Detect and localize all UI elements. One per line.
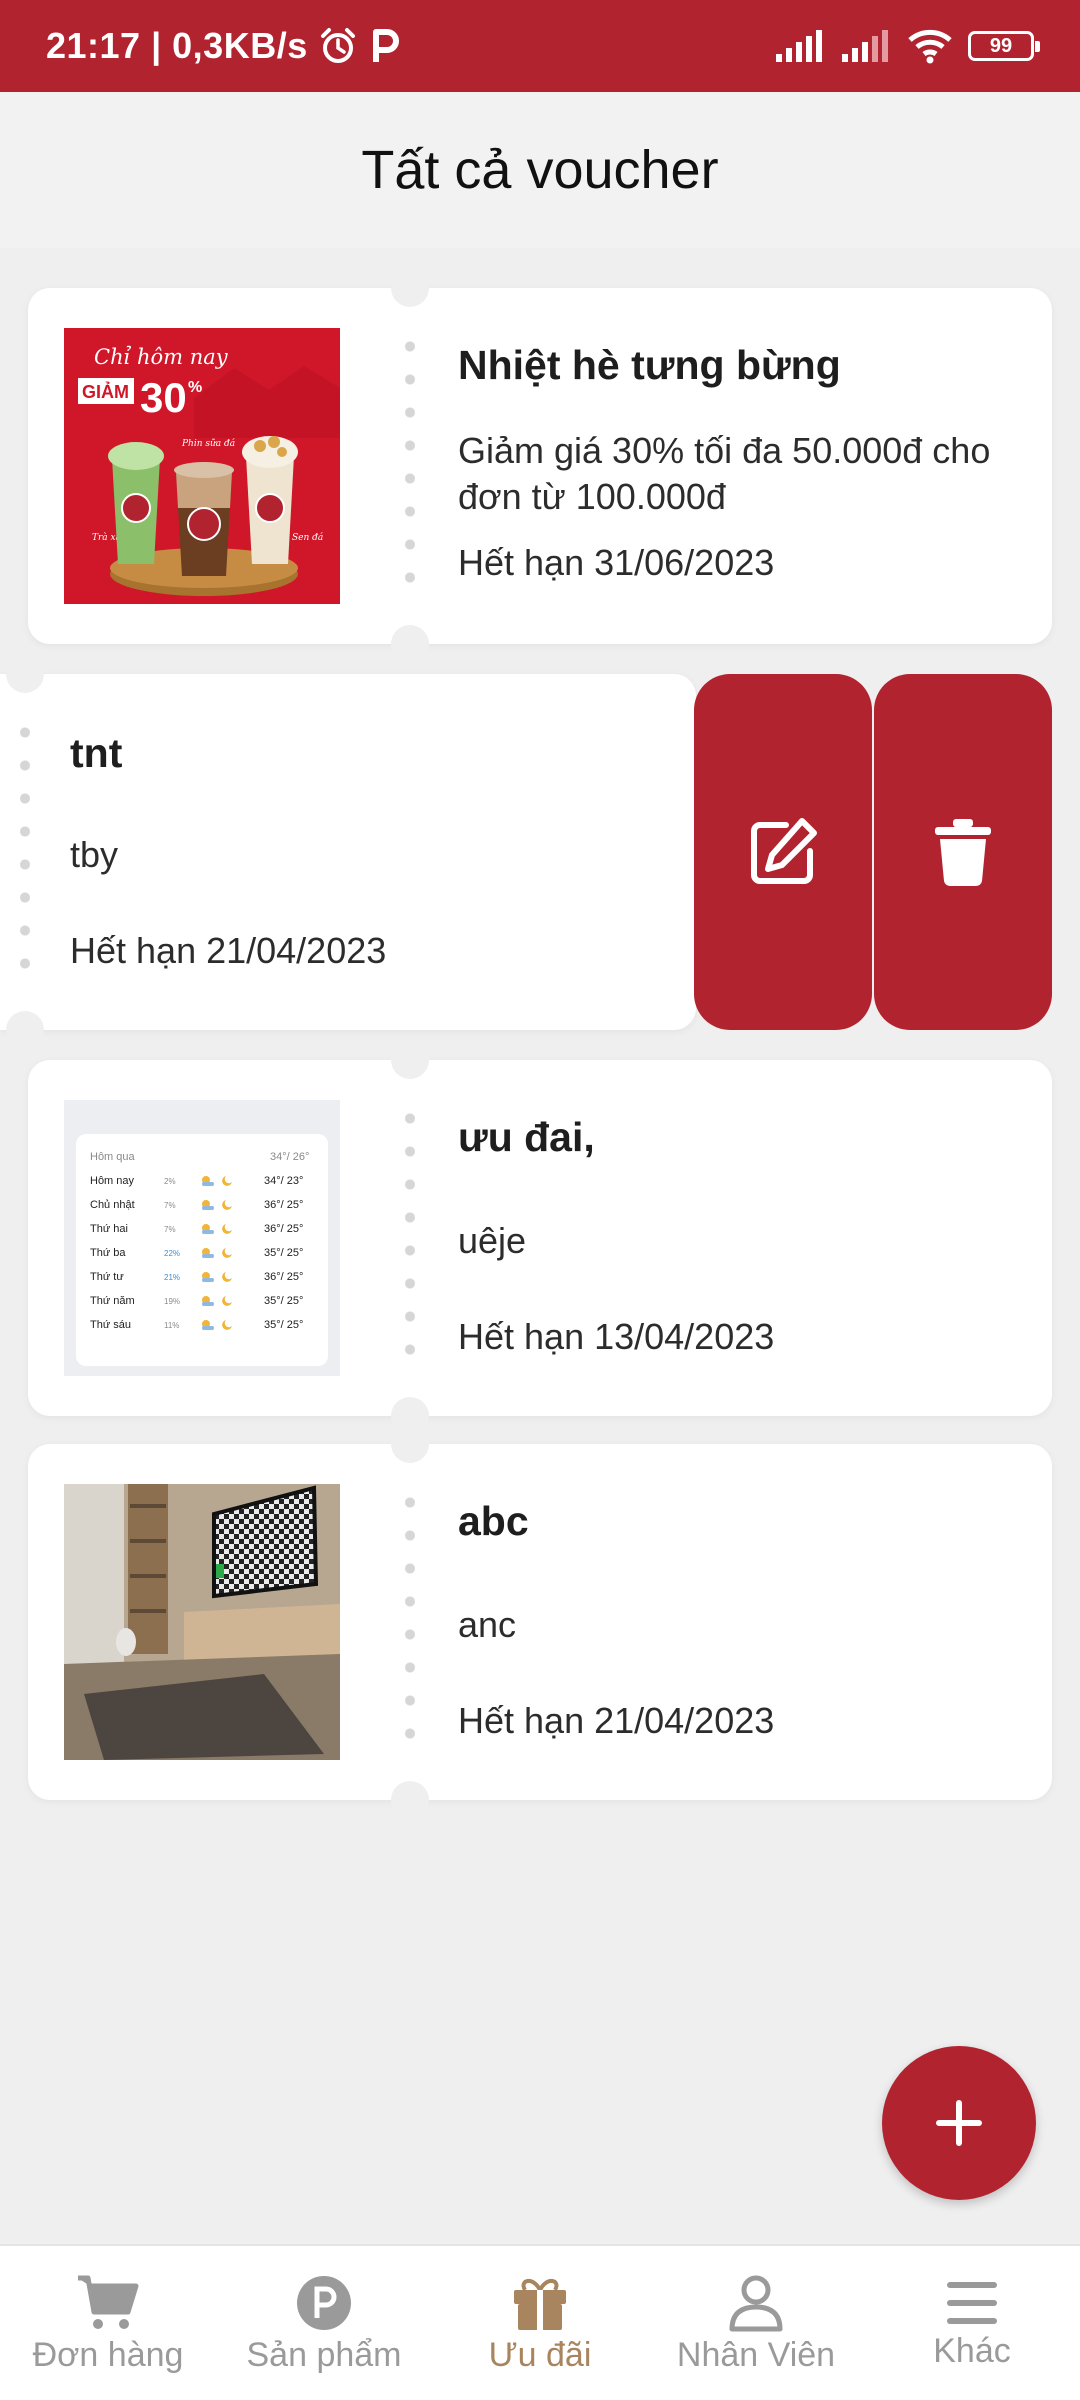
voucher-card[interactable]: Chỉ hôm nay GIẢM 30 % Phin sữa đá Trà xa… xyxy=(28,269,1052,663)
battery-level: 99 xyxy=(989,34,1013,57)
menu-icon xyxy=(947,2282,997,2324)
weather-day: Hôm nay xyxy=(90,1175,135,1187)
voucher-card[interactable]: tnt tby Hết hạn 21/04/2023 xyxy=(0,655,696,1049)
voucher-expiry: Hết hạn 21/04/2023 xyxy=(458,1700,775,1741)
weather-header-left: Hôm qua xyxy=(90,1151,136,1163)
add-voucher-button[interactable] xyxy=(882,2046,1036,2200)
weather-day: Thứ tư xyxy=(90,1271,124,1283)
voucher-expiry: Hết hạn 21/04/2023 xyxy=(70,930,387,971)
page-title: Tất cả voucher xyxy=(361,140,719,200)
voucher-image-weather: Hôm qua 34°/ 26° Hôm nay 2% 34°/ 23° Chủ… xyxy=(64,1100,340,1376)
weather-day: Thứ sáu xyxy=(90,1319,131,1331)
weather-day: Chủ nhật xyxy=(90,1199,135,1211)
trash-icon xyxy=(935,819,991,887)
perforation-line xyxy=(405,330,415,602)
weather-day: Thứ năm xyxy=(90,1295,135,1307)
voucher-description: uêje xyxy=(458,1220,527,1261)
alarm-icon xyxy=(320,28,355,63)
wifi-icon xyxy=(908,29,952,64)
weather-temp: 35°/ 25° xyxy=(264,1295,303,1307)
voucher-expiry: Hết hạn 13/04/2023 xyxy=(458,1316,775,1357)
ticket-notch-top xyxy=(391,1425,429,1463)
weather-temp: 34°/ 23° xyxy=(264,1175,303,1187)
weather-rain: 21% xyxy=(164,1273,180,1282)
status-time: 21:17 | 0,3KB/s xyxy=(46,25,308,66)
weather-temp: 36°/ 25° xyxy=(264,1223,303,1235)
svg-text:%: % xyxy=(188,379,202,396)
voucher-image-highlands: Chỉ hôm nay GIẢM 30 % Phin sữa đá Trà xa… xyxy=(64,328,340,604)
ticket-notch-top xyxy=(391,1041,429,1079)
weather-temp: 35°/ 25° xyxy=(264,1319,303,1331)
nav-item-staff[interactable]: Nhân Viên xyxy=(648,2246,864,2400)
image-text-percent: 30 xyxy=(140,374,187,421)
voucher-card[interactable]: abc anc Hết hạn 21/04/2023 xyxy=(28,1425,1052,1819)
weather-day: Thứ hai xyxy=(90,1223,128,1235)
weather-header-right: 34°/ 26° xyxy=(270,1151,309,1163)
product-p-icon xyxy=(297,2276,351,2330)
edit-icon xyxy=(751,818,817,884)
voucher-title: tnt xyxy=(70,730,123,776)
image-text-badge: GIẢM xyxy=(82,381,129,402)
nav-label: Đơn hàng xyxy=(32,2336,184,2374)
image-text-today: Chỉ hôm nay xyxy=(94,345,229,369)
perforation-line xyxy=(405,1102,415,1374)
parking-p-icon xyxy=(372,29,399,62)
weather-rain: 7% xyxy=(164,1201,176,1210)
nav-label: Sản phẩm xyxy=(246,2336,402,2374)
edit-button[interactable] xyxy=(694,674,872,1030)
voucher-title: ưu đai, xyxy=(458,1114,595,1160)
voucher-description: tby xyxy=(70,834,119,875)
perforation-line xyxy=(405,1486,415,1758)
header: Tất cả voucher xyxy=(0,92,1080,248)
weather-rain: 22% xyxy=(164,1249,180,1258)
voucher-card[interactable]: Hôm qua 34°/ 26° Hôm nay 2% 34°/ 23° Chủ… xyxy=(28,1041,1052,1435)
gift-icon xyxy=(514,2279,566,2330)
weather-day: Thứ ba xyxy=(90,1247,126,1259)
person-icon xyxy=(729,2275,783,2332)
weather-rain: 7% xyxy=(164,1225,176,1234)
voucher-text: Nhiệt hè tưng bừng Giảm giá 30% tối đa 5… xyxy=(458,288,1012,644)
voucher-text: abc anc Hết hạn 21/04/2023 xyxy=(458,1444,1012,1800)
ticket-notch-bottom xyxy=(6,1011,44,1049)
voucher-title: Nhiệt hè tưng bừng xyxy=(458,342,841,388)
status-bar: 21:17 | 0,3KB/s 99 xyxy=(0,0,1080,92)
bottom-navigation: Đơn hàng Sản phẩm Ưu đãi Nhân Viên Khác xyxy=(0,2244,1080,2400)
voucher-title: abc xyxy=(458,1498,529,1544)
voucher-description: Giảm giá 30% tối đa 50.000đ cho đơn từ 1… xyxy=(458,430,991,517)
perforation-line xyxy=(20,716,30,988)
weather-rain: 2% xyxy=(164,1177,176,1186)
image-text-right: Sen đá xyxy=(292,532,323,543)
nav-label: Nhân Viên xyxy=(676,2336,836,2374)
battery-icon: 99 xyxy=(968,31,1040,61)
ticket-notch-top xyxy=(6,655,44,693)
delete-button[interactable] xyxy=(874,674,1052,1030)
voucher-text: ưu đai, uêje Hết hạn 13/04/2023 xyxy=(458,1060,1012,1416)
weather-temp: 36°/ 25° xyxy=(264,1271,303,1283)
nav-item-orders[interactable]: Đơn hàng xyxy=(0,2246,216,2400)
cart-icon xyxy=(78,2275,139,2329)
weather-temp: 35°/ 25° xyxy=(264,1247,303,1259)
signal-2-icon xyxy=(842,30,888,62)
signal-icon xyxy=(776,30,822,62)
voucher-description: anc xyxy=(458,1604,517,1645)
nav-label: Khác xyxy=(933,2332,1011,2370)
nav-item-more[interactable]: Khác xyxy=(864,2246,1080,2400)
weather-rain: 11% xyxy=(164,1321,179,1330)
voucher-image-living-room xyxy=(64,1484,340,1760)
ticket-notch-bottom xyxy=(391,625,429,663)
ticket-notch-bottom xyxy=(391,1781,429,1819)
weather-rain: 19% xyxy=(164,1297,180,1306)
plus-icon xyxy=(936,2100,982,2146)
weather-temp: 36°/ 25° xyxy=(264,1199,303,1211)
nav-item-products[interactable]: Sản phẩm xyxy=(216,2246,432,2400)
voucher-expiry: Hết hạn 31/06/2023 xyxy=(458,542,775,583)
voucher-text: tnt tby Hết hạn 21/04/2023 xyxy=(70,674,666,1030)
nav-item-offers[interactable]: Ưu đãi xyxy=(432,2246,648,2400)
ticket-notch-top xyxy=(391,269,429,307)
image-text-mid: Phin sữa đá xyxy=(181,438,235,449)
nav-label: Ưu đãi xyxy=(488,2336,592,2374)
